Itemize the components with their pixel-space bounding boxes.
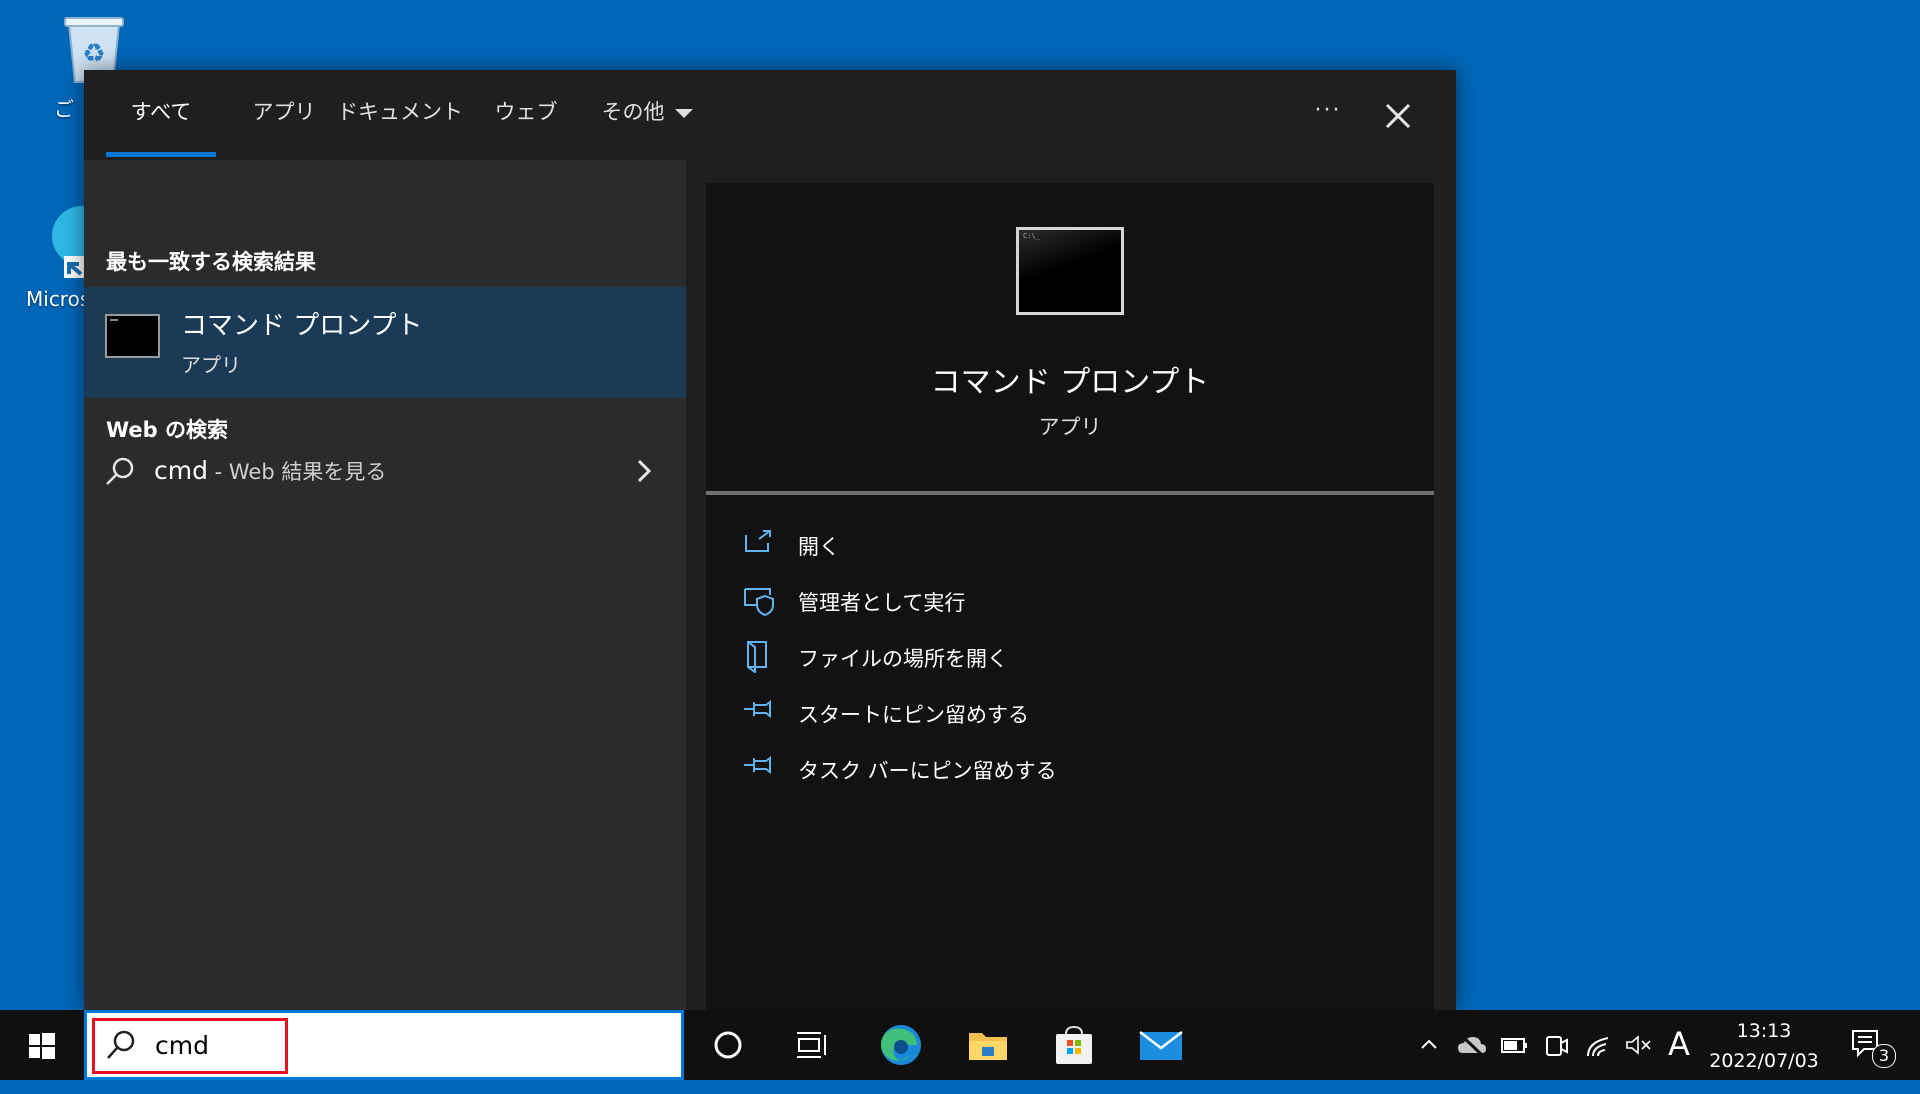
ime-indicator[interactable]: A <box>1668 1024 1696 1094</box>
notification-count-badge: 3 <box>1872 1044 1896 1068</box>
taskbar-mail[interactable] <box>1126 1010 1196 1080</box>
mail-icon <box>1139 1031 1183 1060</box>
clock-date: 2022/07/03 <box>1709 1050 1819 1072</box>
notification-center-button[interactable]: 3 <box>1838 1010 1908 1080</box>
cortana-circle-icon <box>714 1031 742 1059</box>
taskbar-file-explorer[interactable] <box>953 1010 1023 1080</box>
tray-network[interactable] <box>1584 1010 1614 1080</box>
task-view-icon <box>797 1032 826 1058</box>
taskbar-edge[interactable] <box>866 1010 936 1080</box>
tray-battery[interactable] <box>1500 1010 1532 1080</box>
chevron-up-icon <box>1421 1039 1437 1049</box>
best-match-title: コマンド プロンプト <box>181 311 423 341</box>
taskbar: A 13:13 2022/07/03 3 <box>0 1010 1920 1080</box>
start-button[interactable] <box>0 1010 84 1080</box>
tab-web[interactable]: ウェブ <box>466 70 586 160</box>
preview-divider <box>706 491 1434 495</box>
file-location-icon <box>747 641 767 673</box>
web-query-text: cmd <box>154 456 208 485</box>
command-prompt-large-icon <box>1016 227 1124 315</box>
search-panel: すべて アプリ ドキュメント ウェブ その他 ··· 最も一致する検索結果 コマ… <box>84 70 1456 1010</box>
action-pin-to-start[interactable]: スタートにピン留めする <box>742 693 1302 733</box>
tab-documents[interactable]: ドキュメント <box>330 70 470 160</box>
show-hidden-icons[interactable] <box>1418 1010 1442 1080</box>
preview-title: コマンド プロンプト <box>930 365 1210 400</box>
action-label: タスク バーにピン留めする <box>798 759 1057 783</box>
tab-label: ドキュメント <box>337 100 463 124</box>
best-match-result[interactable]: コマンド プロンプト アプリ <box>84 287 686 398</box>
chevron-right-icon <box>637 459 652 483</box>
preview-subtitle: アプリ <box>1038 415 1102 439</box>
tab-label: すべて <box>130 100 192 124</box>
action-label: ファイルの場所を開く <box>798 647 1008 671</box>
taskbar-search-box[interactable] <box>84 1010 684 1080</box>
action-pin-to-taskbar[interactable]: タスク バーにピン留めする <box>742 749 1302 789</box>
tab-all[interactable]: すべて <box>106 70 216 160</box>
open-icon <box>745 530 771 552</box>
cortana-button[interactable] <box>693 1010 763 1080</box>
search-input[interactable] <box>153 1021 557 1069</box>
results-pane: 最も一致する検索結果 コマンド プロンプト アプリ Web の検索 cmd - … <box>84 160 686 1010</box>
web-query-suffix: - Web 結果を見る <box>207 460 387 484</box>
tray-volume[interactable] <box>1624 1010 1654 1080</box>
tab-label: アプリ <box>252 100 316 124</box>
taskbar-store[interactable] <box>1039 1010 1109 1080</box>
volume-muted-icon <box>1626 1035 1651 1055</box>
action-label: 開く <box>798 535 840 559</box>
windows-logo-icon <box>29 1033 55 1059</box>
action-label: 管理者として実行 <box>798 591 966 615</box>
clock[interactable]: 13:13 2022/07/03 <box>1702 1016 1826 1076</box>
clock-time: 13:13 <box>1736 1020 1792 1042</box>
svg-text:♻: ♻ <box>82 39 105 69</box>
wifi-icon <box>1587 1037 1609 1057</box>
action-open[interactable]: 開く <box>742 525 1302 565</box>
tray-meet-now[interactable] <box>1544 1010 1572 1080</box>
edge-icon <box>880 1025 921 1065</box>
command-prompt-icon <box>105 314 160 358</box>
tab-label: その他 <box>601 100 665 124</box>
caret-down-icon <box>674 108 693 118</box>
web-search-result[interactable]: cmd - Web 結果を見る <box>84 440 686 500</box>
more-options-button[interactable]: ··· <box>1303 92 1353 136</box>
tab-apps[interactable]: アプリ <box>234 70 334 160</box>
tab-more-dropdown[interactable]: その他 <box>574 70 720 160</box>
best-match-heading: 最も一致する検索結果 <box>106 250 316 274</box>
desktop-icon-label: ご <box>54 97 74 121</box>
pin-icon <box>744 756 771 774</box>
tab-label: ウェブ <box>494 100 558 124</box>
action-label: スタートにピン留めする <box>798 703 1029 727</box>
search-icon <box>107 1030 135 1059</box>
best-match-subtitle: アプリ <box>181 353 241 377</box>
close-icon <box>1385 103 1411 129</box>
battery-icon <box>1501 1038 1527 1053</box>
action-open-file-location[interactable]: ファイルの場所を開く <box>742 637 1302 677</box>
tray-onedrive[interactable] <box>1456 1010 1490 1080</box>
admin-shield-icon <box>744 588 774 617</box>
meet-now-icon <box>1546 1036 1568 1056</box>
search-icon <box>106 457 134 485</box>
search-tabs: すべて アプリ ドキュメント ウェブ その他 ··· <box>84 70 1456 160</box>
store-icon <box>1056 1025 1092 1064</box>
folder-icon <box>969 1033 1007 1060</box>
action-run-as-admin[interactable]: 管理者として実行 <box>742 581 1302 621</box>
active-tab-indicator <box>106 152 216 157</box>
pin-icon <box>744 700 771 718</box>
onedrive-offline-icon <box>1458 1034 1486 1056</box>
close-button[interactable] <box>1372 90 1422 140</box>
task-view-button[interactable] <box>777 1010 847 1080</box>
web-search-query: cmd - Web 結果を見る <box>154 456 386 486</box>
preview-pane: コマンド プロンプト アプリ 開く 管理者として実行 ファイルの場所を開く <box>706 183 1434 1010</box>
